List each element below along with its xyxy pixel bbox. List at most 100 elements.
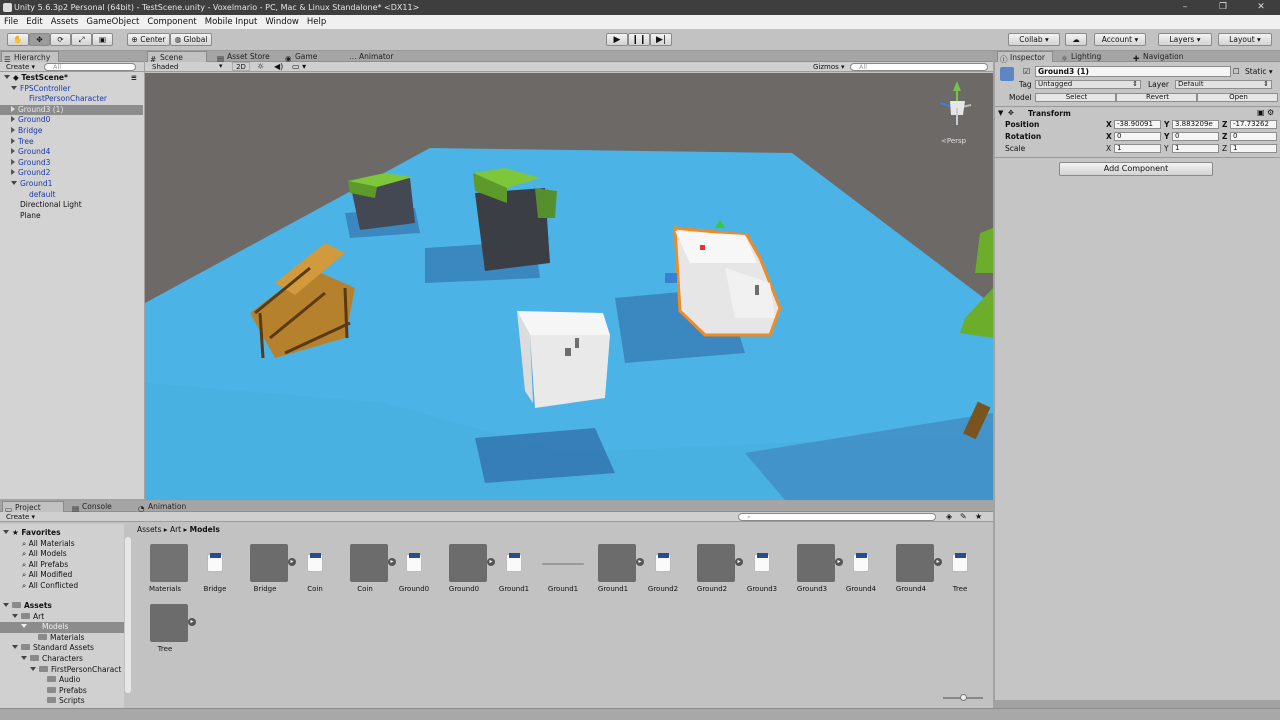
tab-project[interactable]: ▭ Project	[2, 501, 64, 514]
asset-tree-file[interactable]: Tree	[935, 544, 985, 599]
favorite-star-icon[interactable]: ★	[975, 512, 982, 521]
maximize-button[interactable]: ❐	[1204, 0, 1242, 15]
object-name-input[interactable]: Ground3 (1)	[1035, 66, 1231, 77]
asset-ground3-file[interactable]: Ground3	[737, 544, 787, 599]
asset-ground4-file[interactable]: Ground4	[836, 544, 886, 599]
audio-toggle-icon[interactable]: ◀)	[274, 62, 283, 71]
tree-art[interactable]: Art	[12, 612, 44, 623]
breadcrumb-models[interactable]: Models	[190, 525, 220, 534]
collab-button[interactable]: Collab ▾	[1008, 33, 1060, 46]
breadcrumb-assets[interactable]: Assets	[137, 525, 161, 534]
shading-mode-dropdown[interactable]: Shaded	[152, 63, 178, 71]
menu-component[interactable]: Component	[147, 17, 196, 27]
breadcrumb-art[interactable]: Art	[170, 525, 181, 534]
menu-file[interactable]: File	[4, 17, 18, 27]
hand-tool-button[interactable]: ✋	[7, 33, 29, 46]
tab-game[interactable]: ◉ Game	[283, 51, 333, 63]
menu-mobile-input[interactable]: Mobile Input	[205, 17, 258, 27]
asset-bridge-file[interactable]: Bridge	[190, 544, 240, 599]
active-checkbox[interactable]: ☑	[1023, 67, 1030, 76]
tree-models[interactable]: Models	[0, 622, 124, 633]
help-icon[interactable]: ▣	[1257, 108, 1265, 117]
tag-dropdown[interactable]: Untagged ⇕	[1035, 80, 1141, 89]
scale-x-input[interactable]: 1	[1114, 144, 1161, 153]
global-space-toggle[interactable]: ◍ Global	[170, 33, 212, 46]
asset-ground1-mesh[interactable]: Ground1	[538, 544, 588, 599]
close-button[interactable]: ✕	[1242, 0, 1280, 15]
tab-console[interactable]: ▤ Console	[70, 501, 128, 513]
tab-animator[interactable]: ⋯ Animator	[347, 51, 407, 63]
account-dropdown[interactable]: Account ▾	[1094, 33, 1146, 46]
add-component-button[interactable]: Add Component	[1059, 162, 1213, 176]
scene-orientation-gizmo[interactable]	[939, 81, 972, 125]
hierarchy-item-tree[interactable]: Tree	[0, 137, 143, 148]
tree-scripts[interactable]: Scripts	[47, 696, 85, 707]
model-revert-button[interactable]: Revert	[1116, 93, 1197, 102]
model-open-button[interactable]: Open	[1197, 93, 1278, 102]
thumbnail-size-handle[interactable]	[960, 694, 967, 701]
favorite-all-modified[interactable]: ⌕ All Modified	[22, 570, 72, 581]
hierarchy-item-ground4[interactable]: Ground4	[0, 147, 143, 158]
project-create-button[interactable]: Create ▾	[6, 513, 35, 521]
menu-assets[interactable]: Assets	[51, 17, 79, 27]
position-x-input[interactable]: -38.90091	[1114, 120, 1161, 129]
tab-navigation[interactable]: ✚ Navigation	[1131, 51, 1201, 63]
hierarchy-item-fpscontroller[interactable]: FPSController	[0, 84, 143, 95]
hierarchy-create-button[interactable]: Create ▾	[6, 63, 35, 71]
favorites-header[interactable]: ★ Favorites	[3, 528, 61, 539]
favorite-all-prefabs[interactable]: ⌕ All Prefabs	[22, 560, 68, 571]
rotate-tool-button[interactable]: ⟳	[50, 33, 71, 46]
hierarchy-item-ground2[interactable]: Ground2	[0, 168, 143, 179]
favorite-all-materials[interactable]: ⌕ All Materials	[22, 539, 75, 550]
hierarchy-item-ground1[interactable]: Ground1	[0, 179, 143, 190]
hierarchy-item-ground0[interactable]: Ground0	[0, 115, 143, 126]
pivot-center-toggle[interactable]: ⊕ Center	[127, 33, 170, 46]
mode-2d-toggle[interactable]: 2D	[232, 62, 250, 71]
asset-ground2-model[interactable]: ▸ Ground2	[687, 544, 743, 599]
scene-options-icon[interactable]: ≡	[131, 73, 137, 84]
scene-search-input[interactable]: All	[850, 63, 988, 71]
project-search-input[interactable]: ⌕	[738, 513, 936, 521]
tab-inspector[interactable]: ⓘ Inspector	[997, 51, 1053, 64]
tab-lighting[interactable]: ☼ Lighting	[1059, 51, 1119, 63]
asset-coin-file[interactable]: Coin	[290, 544, 340, 599]
play-button[interactable]: ▶	[606, 33, 628, 46]
rotation-z-input[interactable]: 0	[1230, 132, 1277, 141]
transform-foldout-arrow[interactable]: ▼	[998, 109, 1003, 118]
filter-label-icon[interactable]: ✎	[960, 512, 967, 521]
scene-viewport[interactable]: <Persp	[145, 73, 993, 500]
hierarchy-scene-row[interactable]: ◆ TestScene* ≡	[0, 73, 143, 84]
favorite-all-models[interactable]: ⌕ All Models	[22, 549, 67, 560]
expand-arrow-icon[interactable]: ▸	[188, 618, 196, 626]
position-z-input[interactable]: -17.73262	[1230, 120, 1277, 129]
gizmos-dropdown[interactable]: Gizmos ▾	[813, 63, 845, 71]
layout-dropdown[interactable]: Layout ▾	[1218, 33, 1272, 46]
filter-type-icon[interactable]: ◈	[946, 512, 952, 521]
perspective-label[interactable]: <Persp	[941, 137, 966, 145]
assets-header[interactable]: Assets	[3, 601, 52, 612]
hierarchy-item-ground3[interactable]: Ground3	[0, 158, 143, 169]
cloud-button[interactable]: ☁	[1065, 33, 1087, 46]
position-y-input[interactable]: 3.883209e	[1172, 120, 1219, 129]
tree-prefabs[interactable]: Prefabs	[47, 686, 87, 697]
hierarchy-item-ground3-1[interactable]: Ground3 (1)	[0, 104, 143, 116]
move-tool-button[interactable]: ✥	[29, 33, 50, 46]
rotation-x-input[interactable]: 0	[1114, 132, 1161, 141]
asset-ground0-file[interactable]: Ground0	[389, 544, 439, 599]
hierarchy-item-firstpersoncharacter[interactable]: FirstPersonCharacter	[0, 94, 143, 105]
model-select-button[interactable]: Select	[1035, 93, 1116, 102]
asset-ground1-model[interactable]: ▸ Ground1	[588, 544, 644, 599]
tree-materials[interactable]: Materials	[38, 633, 84, 644]
menu-help[interactable]: Help	[307, 17, 326, 27]
hierarchy-item-plane[interactable]: Plane	[0, 211, 143, 222]
tree-firstpersoncharacter[interactable]: FirstPersonCharact	[30, 665, 124, 676]
asset-ground0-model[interactable]: ▸ Ground0	[439, 544, 495, 599]
menu-edit[interactable]: Edit	[26, 17, 42, 27]
scale-z-input[interactable]: 1	[1230, 144, 1277, 153]
tab-scene[interactable]: # Scene	[147, 51, 207, 64]
asset-bridge-model[interactable]: ▸ Bridge	[240, 544, 296, 599]
menu-window[interactable]: Window	[265, 17, 299, 27]
tree-audio[interactable]: Audio	[47, 675, 80, 686]
effects-toggle-icon[interactable]: ▭ ▾	[292, 62, 306, 71]
scale-tool-button[interactable]: ⤢	[71, 33, 92, 46]
